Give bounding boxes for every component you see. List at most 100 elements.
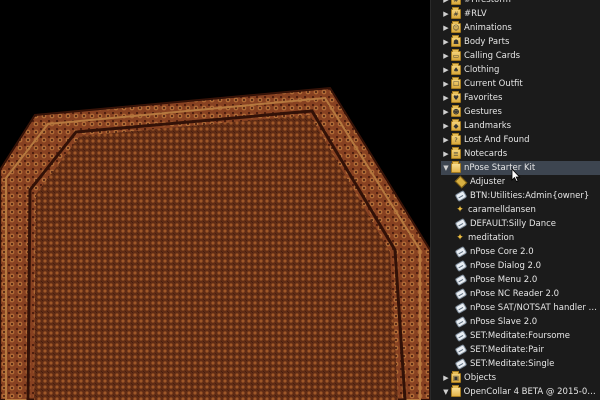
collapse-arrow-icon[interactable]: ▼: [441, 161, 451, 175]
folder-icon: ≡: [451, 147, 461, 159]
expand-arrow-icon[interactable]: ▶: [441, 119, 451, 133]
item-label: Gestures: [464, 107, 502, 117]
folder-icon: ♠: [451, 63, 461, 75]
inventory-item-set-meditate-single[interactable]: SET:Meditate:Single: [454, 357, 600, 371]
mouse-pointer-icon: [511, 168, 521, 182]
folder-objects[interactable]: ▶ ▣ Objects: [441, 371, 600, 385]
folder-icon: #: [451, 7, 461, 19]
folder-icon: ?: [451, 133, 461, 145]
expand-arrow-icon[interactable]: ▶: [441, 49, 451, 63]
folder-icon: ☐: [451, 77, 461, 89]
expand-arrow-icon[interactable]: ▶: [441, 21, 451, 35]
item-label: Current Outfit: [464, 79, 523, 89]
folder-animations[interactable]: ▶ ☺ Animations: [441, 21, 600, 35]
item-label: Notecards: [464, 149, 508, 159]
script-icon: [454, 358, 468, 370]
folder-clothing[interactable]: ▶ ♠ Clothing: [441, 63, 600, 77]
inventory-item-npose-sat-notsat-handler-2-0[interactable]: nPose SAT/NOTSAT handler 2.0: [454, 301, 600, 315]
inventory-item-npose-core-2-0[interactable]: nPose Core 2.0: [454, 245, 600, 259]
item-label: nPose Core 2.0: [470, 247, 534, 257]
folder-icon: ☗: [451, 35, 461, 47]
expand-arrow-icon[interactable]: ▶: [441, 35, 451, 49]
item-label: nPose SAT/NOTSAT handler 2.0: [470, 303, 600, 313]
script-icon: [454, 274, 468, 286]
folder-lost-and-found[interactable]: ▶? Lost And Found: [441, 133, 600, 147]
item-label: nPose Dialog 2.0: [470, 261, 542, 271]
folder-icon: ♥: [451, 91, 461, 103]
item-label: Lost And Found: [464, 135, 530, 145]
item-label: SET:Meditate:Single: [470, 359, 555, 369]
item-label: nPose Menu 2.0: [470, 275, 538, 285]
expand-arrow-icon[interactable]: ▶: [441, 7, 451, 21]
item-label: Adjuster: [470, 177, 506, 187]
script-icon: [454, 316, 468, 328]
expand-arrow-icon[interactable]: ▶: [441, 147, 451, 161]
folder-landmarks[interactable]: ▶ ◆ Landmarks: [441, 119, 600, 133]
script-icon: [454, 190, 468, 202]
item-label: Body Parts: [464, 37, 510, 47]
folder-notecards[interactable]: ▶ ≡ Notecards: [441, 147, 600, 161]
inventory-panel: ▶ # #Firestorm ▶ # #RLV ▶ ☺ Animations ▶ ☗ Body Par…: [430, 0, 600, 400]
item-label: caramelldansen: [468, 205, 536, 215]
collapse-arrow-icon[interactable]: ▼: [441, 385, 451, 399]
item-label: Animations: [464, 23, 512, 33]
animation-icon: ✦: [456, 233, 464, 243]
folder-icon: ☺: [451, 21, 461, 33]
item-label: nPose Starter Kit: [464, 163, 536, 173]
item-label: Clothing: [464, 65, 500, 75]
expand-arrow-icon[interactable]: ▶: [441, 63, 451, 77]
expand-arrow-icon[interactable]: ▶: [441, 91, 451, 105]
inventory-item-meditation[interactable]: ✦ meditation: [455, 231, 600, 245]
inventory-item-npose-dialog-2-0[interactable]: nPose Dialog 2.0: [454, 259, 600, 273]
world-viewport[interactable]: [0, 0, 430, 400]
item-label: nPose Slave 2.0: [470, 317, 538, 327]
script-icon: [454, 260, 468, 272]
inventory-item-npose-nc-reader-2-0[interactable]: nPose NC Reader 2.0: [454, 287, 600, 301]
folder-current-outfit[interactable]: ▶ ☐ Current Outfit: [441, 77, 600, 91]
item-label: Favorites: [464, 93, 503, 103]
inventory-item-default-silly-dance[interactable]: DEFAULT:Silly Dance: [454, 217, 600, 231]
item-label: #Firestorm: [464, 0, 511, 5]
item-label: BTN:Utilities:Admin{owner}: [470, 191, 590, 201]
object-icon: [454, 175, 468, 189]
expand-arrow-icon[interactable]: ▶: [441, 77, 451, 91]
folder-rlv[interactable]: ▶ # #RLV: [441, 7, 600, 21]
expand-arrow-icon[interactable]: ▶: [441, 371, 451, 385]
folder-icon: ▭: [451, 49, 461, 61]
inventory-item-adjuster[interactable]: Adjuster: [454, 175, 600, 189]
script-icon: [454, 344, 468, 356]
inventory-item-set-meditate-pair[interactable]: SET:Meditate:Pair: [454, 343, 600, 357]
script-icon: [454, 218, 468, 230]
inventory-item-npose-slave-2-0[interactable]: nPose Slave 2.0: [454, 315, 600, 329]
folder-firestorm[interactable]: ▶ # #Firestorm: [441, 0, 600, 7]
open-folder-icon: [451, 161, 461, 173]
item-label: OpenCollar 4 BETA @ 2015-09-17: [463, 387, 600, 397]
item-label: #RLV: [464, 9, 487, 19]
item-label: SET:Meditate:Foursome: [470, 331, 570, 341]
script-icon: [454, 302, 468, 314]
folder-calling-cards[interactable]: ▶ ▭ Calling Cards: [441, 49, 600, 63]
folder-icon: ☻: [451, 105, 461, 117]
expand-arrow-icon[interactable]: ▶: [441, 133, 451, 147]
item-label: SET:Meditate:Pair: [470, 345, 544, 355]
inventory-item-caramelldansen[interactable]: ✦ caramelldansen: [455, 203, 600, 217]
expand-arrow-icon[interactable]: ▶: [441, 105, 451, 119]
item-label: nPose NC Reader 2.0: [470, 289, 560, 299]
item-label: DEFAULT:Silly Dance: [470, 219, 557, 229]
folder-icon: ◆: [451, 119, 461, 131]
folder-body-parts[interactable]: ▶ ☗ Body Parts: [441, 35, 600, 49]
script-icon: [454, 288, 468, 300]
rug-shading: [0, 88, 430, 400]
folder-gestures[interactable]: ▶ ☻ Gestures: [441, 105, 600, 119]
animation-icon: ✦: [456, 205, 464, 215]
expand-arrow-icon[interactable]: ▶: [441, 0, 451, 7]
inventory-item-btn-utilities-admin-owner[interactable]: BTN:Utilities:Admin{owner}: [454, 189, 600, 203]
script-icon: [454, 330, 468, 342]
folder-favorites[interactable]: ▶ ♥ Favorites: [441, 91, 600, 105]
folder-opencollar-4-beta-2015-09-17[interactable]: ▼ OpenCollar 4 BETA @ 2015-09-17: [441, 385, 600, 399]
inventory-item-npose-menu-2-0[interactable]: nPose Menu 2.0: [454, 273, 600, 287]
script-icon: [454, 246, 468, 258]
folder-icon: ▣: [451, 371, 461, 383]
inventory-item-set-meditate-foursome[interactable]: SET:Meditate:Foursome: [454, 329, 600, 343]
item-label: Landmarks: [464, 121, 512, 131]
